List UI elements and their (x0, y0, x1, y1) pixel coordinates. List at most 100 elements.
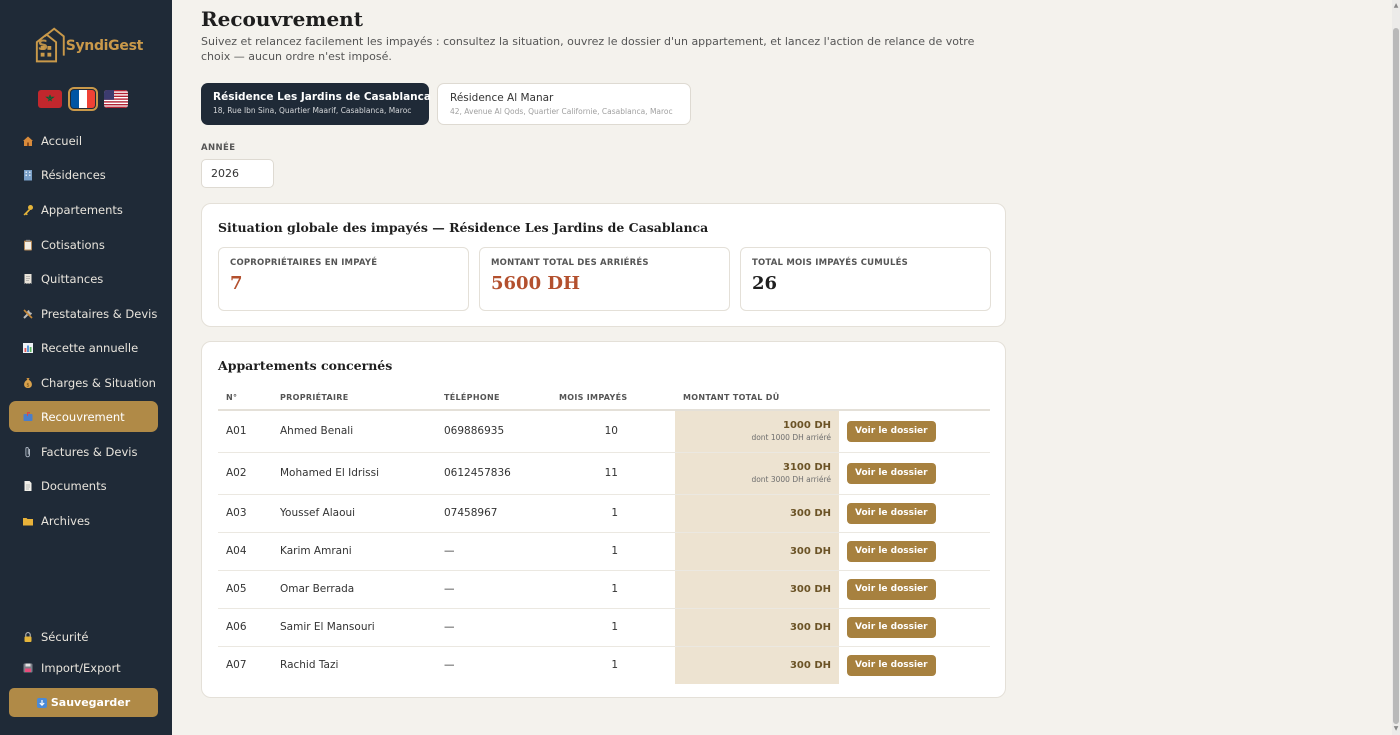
morocco-flag-icon[interactable] (38, 90, 62, 108)
table-row: A05 Omar Berrada — 1 300 DH Voir le doss… (218, 570, 990, 609)
view-file-button[interactable]: Voir le dossier (847, 654, 936, 676)
sidebar-item-label: Résidences (41, 167, 106, 182)
sidebar-item-label: Cotisations (41, 237, 105, 252)
house-icon (21, 134, 35, 148)
stat-value: 7 (230, 273, 243, 294)
sidebar-item-factures-devis[interactable]: Factures & Devis (9, 436, 158, 467)
view-file-button[interactable]: Voir le dossier (847, 540, 936, 562)
owner-name: Mohamed El Idrissi (272, 452, 436, 495)
amount-due-cell: 1000 DH dont 1000 DH arriéré (675, 410, 839, 453)
months-unpaid: 1 (611, 659, 618, 672)
clipboard-icon (21, 238, 35, 252)
france-flag-icon[interactable] (68, 87, 98, 111)
apartment-number: A02 (218, 452, 272, 495)
apartment-number: A04 (218, 532, 272, 571)
owner-phone: 0612457836 (436, 452, 551, 495)
scroll-up-arrow-icon[interactable]: ▲ (1393, 2, 1399, 10)
sidebar-item-import-export[interactable]: Import/Export (9, 652, 158, 683)
scroll-down-arrow-icon[interactable]: ▼ (1393, 725, 1399, 733)
save-button[interactable]: Sauvegarder (9, 688, 158, 717)
column-header-num: N° (218, 386, 272, 411)
owner-name: Rachid Tazi (280, 659, 339, 672)
main-content: Recouvrement Suivez et relancez facileme… (172, 0, 1400, 735)
apartments-table: N° PROPRIÉTAIRE TÉLÉPHONE MOIS IMPAYÉS M… (218, 386, 990, 684)
sidebar-item-quittances[interactable]: Quittances (9, 263, 158, 294)
usa-flag-icon[interactable] (104, 90, 128, 108)
residence-tab-jardins-casablanca[interactable]: Résidence Les Jardins de Casablanca 18, … (201, 83, 431, 125)
sidebar-item-label: Factures & Devis (41, 444, 138, 459)
logo-building-icon: S (35, 27, 65, 63)
apartment-number: A01 (218, 410, 272, 453)
arrears-note: dont 3000 DH arriéré (751, 475, 831, 484)
app-name: SyndiGest (65, 38, 144, 54)
sidebar-item-label: Prestataires & Devis (41, 306, 158, 321)
svg-text:$: $ (26, 382, 29, 388)
summary-card: Situation globale des impayés — Résidenc… (201, 203, 1006, 327)
residence-address: 42, Avenue Al Qods, Quartier Californie,… (450, 107, 673, 116)
amount-due: 1000 DH (783, 420, 831, 432)
owner-phone: 069886935 (436, 410, 551, 453)
amount-due: 300 DH (675, 608, 839, 647)
months-unpaid: 1 (551, 532, 675, 571)
sidebar-item-accueil[interactable]: Accueil (9, 125, 158, 156)
table-row: A03 Youssef Alaoui 07458967 1 300 DH Voi… (218, 494, 990, 533)
sidebar-item-securite[interactable]: Sécurité (9, 621, 158, 652)
months-unpaid: 1 (551, 570, 675, 609)
receipt-icon (21, 272, 35, 286)
view-file-button[interactable]: Voir le dossier (847, 420, 936, 442)
view-file-button[interactable]: Voir le dossier (847, 578, 936, 600)
months-unpaid: 10 (551, 410, 675, 453)
residence-name: Résidence Al Manar (450, 92, 554, 104)
sidebar-item-documents[interactable]: Documents (9, 470, 158, 501)
view-file-button[interactable]: Voir le dossier (847, 616, 936, 638)
owner-phone: 07458967 (436, 494, 551, 533)
document-icon (21, 479, 35, 493)
sidebar-item-label: Accueil (41, 133, 83, 148)
sidebar-item-residences[interactable]: Résidences (9, 159, 158, 190)
sidebar-item-prestataires-devis[interactable]: Prestataires & Devis (9, 298, 158, 329)
owner-name: Karim Amrani (272, 532, 436, 571)
residence-tab-al-manar[interactable]: Résidence Al Manar 42, Avenue Al Qods, Q… (437, 83, 691, 125)
amount-due: 300 DH (675, 494, 839, 533)
apartment-number: A06 (218, 608, 272, 647)
page-title: Recouvrement (201, 7, 363, 31)
sidebar-item-label: Charges & Situation (41, 375, 156, 390)
svg-text:S: S (38, 38, 48, 54)
bar-chart-icon (21, 341, 35, 355)
language-switcher (38, 87, 128, 111)
view-file-button[interactable]: Voir le dossier (847, 502, 936, 524)
owner-name: Samir El Mansouri (272, 608, 436, 647)
column-header-amount: MONTANT TOTAL DÛ (675, 386, 839, 411)
scrollbar-thumb[interactable] (1393, 28, 1399, 724)
amount-due: 300 DH (675, 570, 839, 609)
building-icon (21, 168, 35, 182)
sidebar-item-label: Documents (41, 478, 107, 493)
page-description: Suivez et relancez facilement les impayé… (201, 35, 975, 63)
sidebar-item-charges-situation[interactable]: $ Charges & Situation (9, 367, 158, 398)
year-input[interactable] (201, 159, 274, 188)
amount-due: 3100 DH (783, 462, 831, 473)
table-row: A02 Mohamed El Idrissi 0612457836 11 310… (218, 452, 990, 495)
table-row: A04 Karim Amrani — 1 300 DH Voir le doss… (218, 532, 990, 571)
owner-name: Omar Berrada (272, 570, 436, 609)
owner-name: Youssef Alaoui (272, 494, 436, 533)
sidebar-item-recouvrement[interactable]: Recouvrement (9, 401, 158, 432)
owner-phone: — (436, 608, 551, 647)
stat-value: 5600 DH (491, 273, 580, 294)
app-logo[interactable]: S SyndiGest (33, 26, 143, 66)
sidebar-item-appartements[interactable]: Appartements (9, 194, 158, 225)
months-unpaid: 1 (551, 608, 675, 647)
lock-icon (21, 630, 35, 644)
column-header-phone: TÉLÉPHONE (436, 386, 551, 411)
stat-label: TOTAL MOIS IMPAYÉS CUMULÉS (752, 258, 908, 268)
vertical-scrollbar[interactable]: ▲ ▼ (1392, 0, 1400, 735)
view-file-button[interactable]: Voir le dossier (847, 462, 936, 484)
paperclip-icon (21, 445, 35, 459)
stat-label: COPROPRIÉTAIRES EN IMPAYÉ (230, 258, 378, 268)
year-label: ANNÉE (201, 143, 236, 153)
sidebar-item-archives[interactable]: Archives (9, 505, 158, 536)
column-header-months: MOIS IMPAYÉS (551, 386, 675, 411)
sidebar-item-cotisations[interactable]: Cotisations (9, 229, 158, 260)
amount-due: 300 DH (675, 646, 839, 684)
sidebar-item-recette-annuelle[interactable]: Recette annuelle (9, 332, 158, 363)
